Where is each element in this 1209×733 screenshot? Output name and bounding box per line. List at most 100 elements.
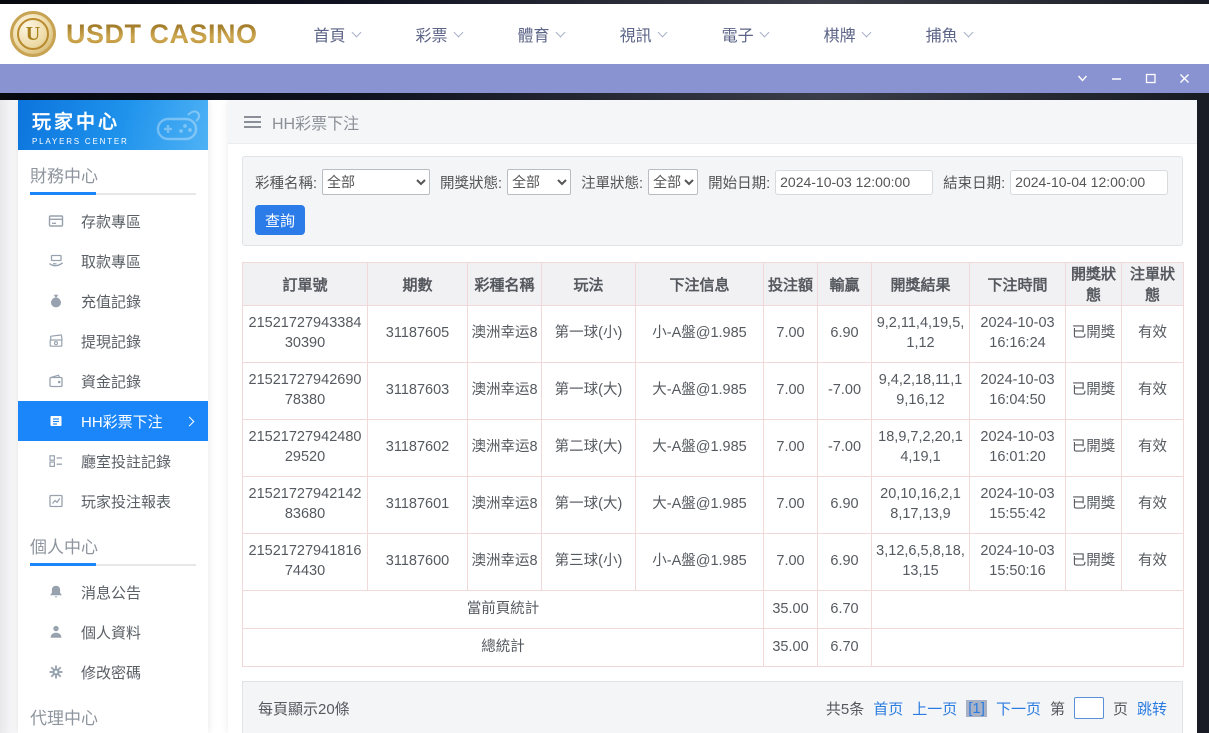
jump-link[interactable]: 跳转 <box>1137 698 1167 719</box>
lottery-bet-icon <box>47 413 64 430</box>
nav-item-sports[interactable]: 體育 <box>518 22 564 46</box>
sidebar-item-label: 取款專區 <box>81 251 141 272</box>
chevron-right-icon <box>185 416 195 426</box>
chevron-down-icon <box>1075 71 1090 86</box>
withdrawal-record-icon <box>47 333 64 350</box>
search-button[interactable]: 查詢 <box>255 205 305 235</box>
sidebar-item-deposit[interactable]: 存款專區 <box>18 201 208 241</box>
nav-item-fishing[interactable]: 捕魚 <box>926 22 972 46</box>
cell-win_loss: 6.90 <box>818 306 872 363</box>
sidebar-sections: 財務中心存款專區取款專區充值記錄提現記錄資金記錄HH彩票下注廳室投註記錄玩家投注… <box>18 162 208 733</box>
nav-item-label: 捕魚 <box>926 22 958 46</box>
cell-order_no: 2152172794269078380 <box>243 363 368 420</box>
nav-item-home[interactable]: 首頁 <box>314 22 360 46</box>
background-strip <box>0 93 1209 100</box>
sidebar-item-withdrawal-records[interactable]: 提現記錄 <box>18 321 208 361</box>
sidebar-item-player-bet-report[interactable]: 玩家投注報表 <box>18 481 208 521</box>
player-report-icon <box>47 493 64 510</box>
sidebar-item-hh-lottery-bets[interactable]: HH彩票下注 <box>18 401 208 441</box>
sidebar-item-announcements[interactable]: 消息公告 <box>18 572 208 612</box>
cell-lottery_name: 澳洲幸运8 <box>468 477 542 534</box>
main-panel: HH彩票下注 彩種名稱: 全部 開獎狀態: 全部 注單狀態: 全部 開始日期: … <box>228 100 1197 733</box>
coin-logo-icon: U <box>10 11 56 57</box>
cell-bet_time: 2024-10-03 16:16:24 <box>970 306 1066 363</box>
lottery-select[interactable]: 全部 <box>322 169 430 195</box>
cell-draw_status: 已開獎 <box>1066 363 1122 420</box>
end-date-input[interactable] <box>1010 170 1168 195</box>
cell-period: 31187605 <box>368 306 468 363</box>
sidebar-section-title: 財務中心 <box>30 162 196 187</box>
minimize-icon <box>1109 71 1124 86</box>
draw-status-select[interactable]: 全部 <box>507 169 571 195</box>
cell-play: 第一球(大) <box>542 477 636 534</box>
sidebar-item-room-bet-records[interactable]: 廳室投註記錄 <box>18 441 208 481</box>
next-page-link[interactable]: 下一页 <box>996 698 1041 719</box>
window-close-button[interactable] <box>1167 64 1201 93</box>
column-header-bet_info: 下注信息 <box>636 263 764 306</box>
chevron-down-icon <box>861 27 871 37</box>
nav-item-lottery[interactable]: 彩票 <box>416 22 462 46</box>
cell-bet_amount: 7.00 <box>764 420 818 477</box>
sidebar-item-label: 修改密碼 <box>81 662 141 683</box>
cell-period: 31187600 <box>368 534 468 591</box>
cell-bet_info: 大-A盤@1.985 <box>636 363 764 420</box>
first-page-link[interactable]: 首页 <box>873 698 903 719</box>
sidebar-item-withdraw[interactable]: 取款專區 <box>18 241 208 281</box>
sidebar-item-label: 提現記錄 <box>81 331 141 352</box>
nav-item-label: 彩票 <box>416 22 448 46</box>
cell-draw_result: 3,12,6,5,8,18,13,15 <box>872 534 970 591</box>
sidebar-item-label: 存款專區 <box>81 211 141 232</box>
sidebar-item-profile[interactable]: 個人資料 <box>18 612 208 652</box>
section-underline <box>30 193 196 195</box>
cell-period: 31187602 <box>368 420 468 477</box>
column-header-bet_time: 下注時間 <box>970 263 1066 306</box>
table-row: 215217279426907838031187603澳洲幸运8第一球(大)大-… <box>243 363 1184 420</box>
summary-row: 當前頁統計35.006.70 <box>243 591 1184 629</box>
usdt-casino-logo[interactable]: U USDT CASINO <box>10 11 258 57</box>
window-maximize-button[interactable] <box>1133 64 1167 93</box>
cell-win_loss: -7.00 <box>818 363 872 420</box>
close-icon <box>1177 71 1192 86</box>
nav-item-slots[interactable]: 電子 <box>722 22 768 46</box>
cell-order_no: 2152172794248029520 <box>243 420 368 477</box>
cell-bet_time: 2024-10-03 16:04:50 <box>970 363 1066 420</box>
end-date-label: 結束日期: <box>943 172 1005 193</box>
cell-bet_amount: 7.00 <box>764 363 818 420</box>
cell-bet_amount: 7.00 <box>764 306 818 363</box>
sidebar-item-change-password[interactable]: 修改密碼 <box>18 652 208 692</box>
lottery-filter-label: 彩種名稱: <box>255 172 317 193</box>
page-suffix-text: 页 <box>1113 698 1128 719</box>
cell-bet_time: 2024-10-03 15:50:16 <box>970 534 1066 591</box>
table-row: 215217279424802952031187602澳洲幸运8第二球(大)大-… <box>243 420 1184 477</box>
main-nav: 首頁 彩票 體育 視訊 電子 棋牌 捕魚 <box>314 22 972 46</box>
prev-page-link[interactable]: 上一页 <box>912 698 957 719</box>
draw-status-filter-label: 開獎狀態: <box>440 172 502 193</box>
chevron-down-icon <box>759 27 769 37</box>
cell-period: 31187603 <box>368 363 468 420</box>
password-gear-icon <box>47 664 64 681</box>
cell-bet_amount: 7.00 <box>764 477 818 534</box>
current-page-indicator[interactable]: [1] <box>966 700 987 717</box>
section-underline <box>30 564 196 566</box>
sidebar: 玩家中心 PLAYERS CENTER 財務中心存款專區取款專區充值記錄提現記錄… <box>18 100 208 733</box>
recharge-record-icon <box>47 293 64 310</box>
chevron-down-icon <box>963 27 973 37</box>
page-number-input[interactable] <box>1074 697 1104 719</box>
start-date-input[interactable] <box>775 170 933 195</box>
sidebar-item-label: 充值記錄 <box>81 291 141 312</box>
window-collapse-button[interactable] <box>1065 64 1099 93</box>
sidebar-item-recharge-records[interactable]: 充值記錄 <box>18 281 208 321</box>
nav-item-board-games[interactable]: 棋牌 <box>824 22 870 46</box>
window-minimize-button[interactable] <box>1099 64 1133 93</box>
column-header-play: 玩法 <box>542 263 636 306</box>
table-body: 215217279433843039031187605澳洲幸运8第一球(小)小-… <box>243 306 1184 667</box>
cell-draw_status: 已開獎 <box>1066 420 1122 477</box>
sidebar-item-funds-records[interactable]: 資金記錄 <box>18 361 208 401</box>
cell-bet_time: 2024-10-03 16:01:20 <box>970 420 1066 477</box>
chevron-down-icon <box>453 27 463 37</box>
order-status-select[interactable]: 全部 <box>648 169 698 195</box>
column-header-order_status: 注單狀態 <box>1122 263 1184 306</box>
menu-toggle-icon[interactable] <box>244 116 261 128</box>
cell-play: 第二球(大) <box>542 420 636 477</box>
nav-item-live-video[interactable]: 視訊 <box>620 22 666 46</box>
